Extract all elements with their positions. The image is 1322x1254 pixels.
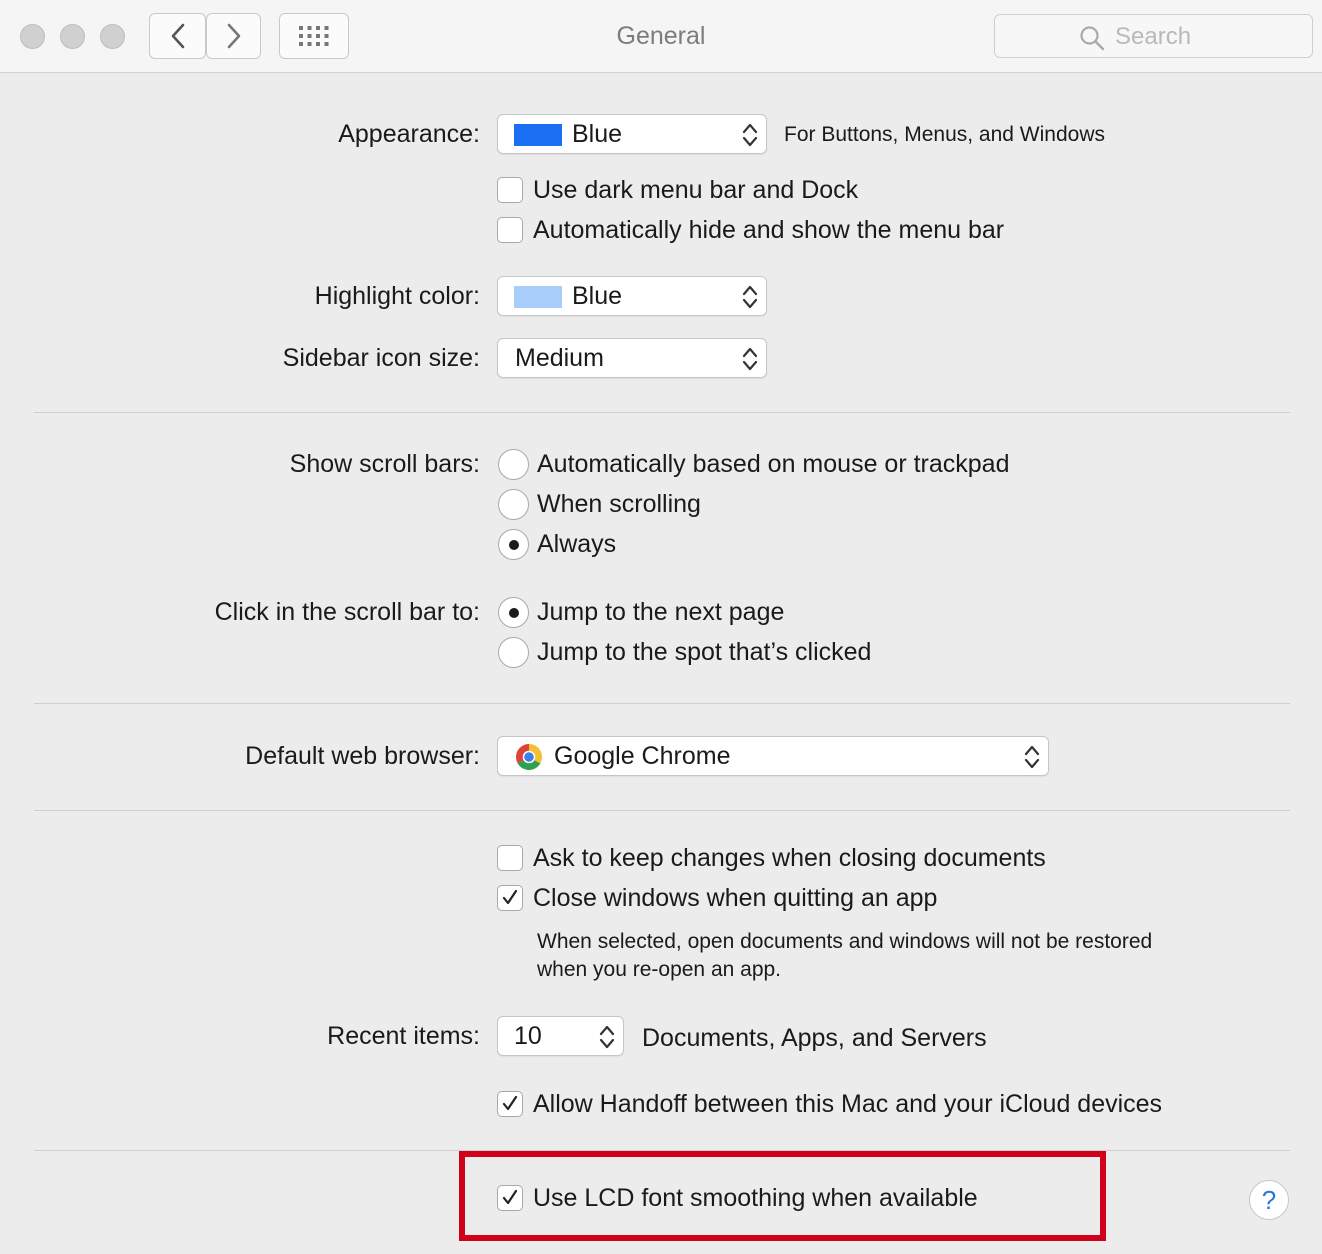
highlight-color-label: Highlight color: — [314, 282, 480, 310]
search-placeholder: Search — [1115, 23, 1192, 50]
recent-items-note: Documents, Apps, and Servers — [642, 1024, 987, 1052]
scroll-bars-scrolling-label: When scrolling — [537, 490, 701, 518]
up-down-arrows-icon — [742, 285, 758, 309]
help-button[interactable]: ? — [1249, 1180, 1289, 1220]
dark-menu-label: Use dark menu bar and Dock — [533, 176, 859, 204]
appearance-value: Blue — [572, 120, 623, 148]
appearance-note: For Buttons, Menus, and Windows — [784, 123, 1105, 146]
recent-items-value: 10 — [514, 1022, 542, 1050]
annotation-highlight-box — [459, 1151, 1106, 1241]
handoff-checkbox[interactable] — [497, 1091, 523, 1117]
up-down-arrows-icon — [1024, 745, 1040, 769]
checkmark-icon — [502, 889, 518, 905]
click-spot-label: Jump to the spot that’s clicked — [537, 638, 872, 666]
ask-keep-changes-label: Ask to keep changes when closing documen… — [533, 844, 1046, 872]
recent-items-popup[interactable]: 10 — [497, 1016, 624, 1056]
search-field[interactable]: Search — [994, 14, 1313, 58]
checkmark-icon — [502, 1095, 518, 1111]
highlight-swatch — [514, 286, 562, 308]
separator — [34, 810, 1290, 811]
sidebar-icon-size-value: Medium — [515, 344, 604, 372]
close-windows-note-line2: when you re-open an app. — [537, 958, 782, 981]
separator — [34, 412, 1290, 413]
scroll-bars-always-radio[interactable] — [498, 529, 529, 560]
chrome-icon — [515, 744, 543, 771]
click-next-page-radio[interactable] — [498, 597, 529, 628]
scroll-bars-scrolling-radio[interactable] — [498, 489, 529, 520]
close-windows-note-line1: When selected, open documents and window… — [537, 930, 1153, 953]
close-windows-label: Close windows when quitting an app — [533, 884, 938, 912]
default-browser-label: Default web browser: — [245, 742, 480, 770]
highlight-color-value: Blue — [572, 282, 623, 310]
dark-menu-checkbox[interactable] — [497, 177, 523, 203]
title-bar: General Search — [0, 0, 1322, 73]
appearance-popup[interactable]: Blue — [497, 114, 767, 154]
search-icon — [1080, 26, 1105, 51]
click-next-page-label: Jump to the next page — [537, 598, 785, 626]
appearance-label: Appearance: — [338, 120, 480, 148]
highlight-color-popup[interactable]: Blue — [497, 276, 767, 316]
scroll-bars-always-label: Always — [537, 530, 617, 558]
up-down-arrows-icon — [599, 1025, 615, 1049]
autohide-menu-checkbox[interactable] — [497, 217, 523, 243]
default-browser-popup[interactable]: Google Chrome — [497, 736, 1049, 776]
sidebar-icon-size-label: Sidebar icon size: — [282, 344, 480, 372]
up-down-arrows-icon — [742, 347, 758, 371]
scroll-bars-label: Show scroll bars: — [289, 450, 480, 478]
scroll-bars-auto-radio[interactable] — [498, 449, 529, 480]
sidebar-icon-size-popup[interactable]: Medium — [497, 338, 767, 378]
click-spot-radio[interactable] — [498, 637, 529, 668]
separator — [34, 703, 1290, 704]
appearance-swatch — [514, 124, 562, 146]
ask-keep-changes-checkbox[interactable] — [497, 845, 523, 871]
autohide-menu-label: Automatically hide and show the menu bar — [533, 216, 1005, 244]
default-browser-value: Google Chrome — [554, 742, 731, 770]
recent-items-label: Recent items: — [327, 1022, 480, 1050]
scroll-bars-auto-label: Automatically based on mouse or trackpad — [537, 450, 1010, 478]
click-scroll-label: Click in the scroll bar to: — [214, 598, 480, 626]
up-down-arrows-icon — [742, 123, 758, 147]
handoff-label: Allow Handoff between this Mac and your … — [533, 1090, 1163, 1118]
close-windows-checkbox[interactable] — [497, 885, 523, 911]
